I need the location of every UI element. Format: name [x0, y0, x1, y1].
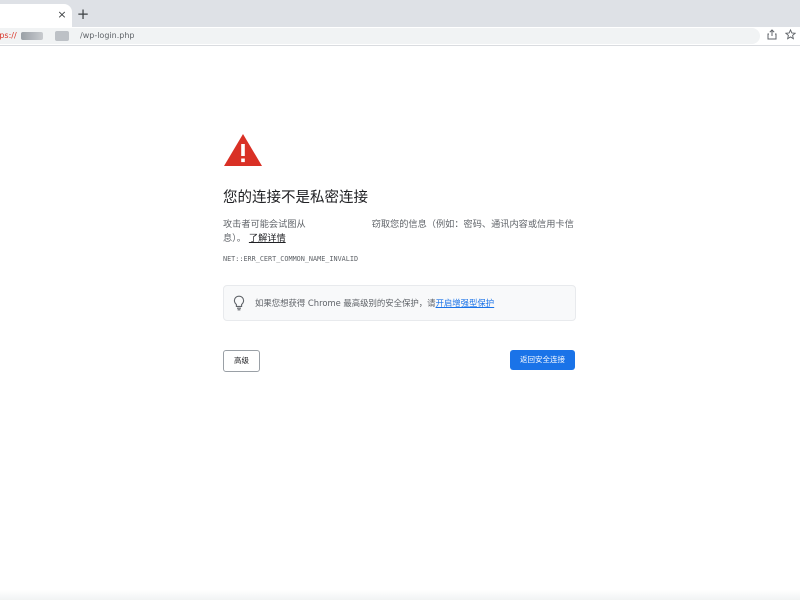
folder-icon — [55, 31, 69, 41]
share-icon[interactable] — [766, 29, 778, 41]
tab-strip: × + — [0, 0, 800, 27]
active-tab[interactable]: × — [0, 4, 72, 27]
enhanced-protection-text: 如果您想获得 Chrome 最高级别的安全保护，请开启增强型保护 — [255, 296, 494, 310]
enhanced-protection-link[interactable]: 开启增强型保护 — [436, 298, 495, 308]
url-host-redacted — [21, 32, 43, 40]
new-tab-button[interactable]: + — [76, 7, 90, 22]
error-code: NET::ERR_CERT_COMMON_NAME_INVALID — [223, 255, 359, 263]
learn-more-link[interactable]: 了解详情 — [249, 233, 286, 244]
back-to-safety-button[interactable]: 返回安全连接 — [510, 350, 575, 370]
tab-close-icon[interactable]: × — [56, 9, 68, 21]
warning-icon — [223, 133, 263, 167]
star-icon[interactable] — [784, 28, 796, 41]
bottom-edge — [0, 590, 800, 600]
warning-description: 攻击者可能会试图从 窃取您的信息（例如：密码、通讯内容或信用卡信息）。 了解详情 — [223, 218, 579, 246]
enhanced-protection-prefix: 如果您想获得 Chrome 最高级别的安全保护，请 — [255, 298, 436, 308]
description-prefix: 攻击者可能会试图从 — [223, 219, 306, 230]
browser-toolbar: https:// /wp-login.php — [0, 27, 800, 46]
lightbulb-icon — [233, 295, 245, 311]
advanced-button[interactable]: 高级 — [223, 350, 260, 372]
url-scheme: https:// — [0, 31, 17, 40]
page-title: 您的连接不是私密连接 — [223, 190, 368, 206]
url-path: /wp-login.php — [80, 31, 135, 40]
address-bar[interactable]: https:// /wp-login.php — [0, 28, 760, 44]
enhanced-protection-banner: 如果您想获得 Chrome 最高级别的安全保护，请开启增强型保护 — [223, 285, 576, 321]
